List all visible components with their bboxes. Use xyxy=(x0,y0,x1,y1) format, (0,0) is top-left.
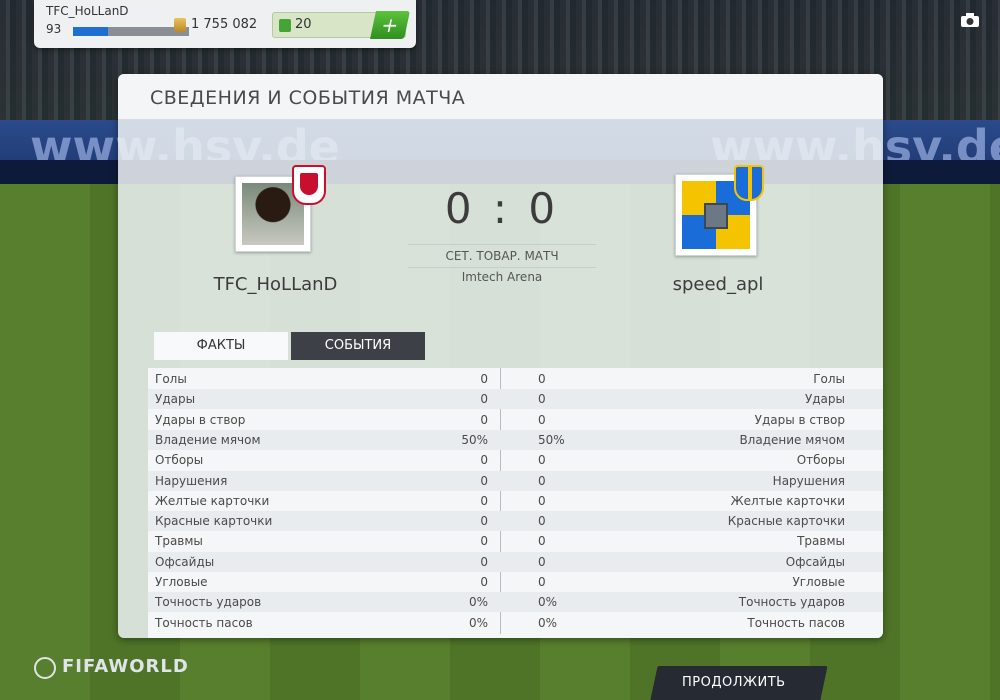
stat-value-away: 0 xyxy=(538,493,546,508)
stat-label-home: Голы xyxy=(155,372,187,386)
stat-value-away: 0 xyxy=(538,412,546,427)
stat-label-home: Владение мячом xyxy=(155,432,261,447)
stat-label-away: Офсайды xyxy=(785,554,845,569)
stat-value-away: 0 xyxy=(538,473,546,488)
fifa-points-icon xyxy=(279,19,291,32)
stat-value-away: 0% xyxy=(538,595,558,610)
match-score: 0 : 0 xyxy=(444,184,560,233)
stat-value-away: 0% xyxy=(538,615,558,630)
fifa-points-box[interactable]: 20 + xyxy=(272,11,410,39)
table-row: Желтые карточки 0 0 Желтые карточки xyxy=(148,491,883,511)
plus-icon: + xyxy=(379,13,401,37)
stat-value-home: 0 xyxy=(480,453,488,468)
stat-value-home: 0 xyxy=(480,514,488,529)
coins-icon xyxy=(174,18,186,32)
user-level: 93 xyxy=(46,22,62,36)
table-row: Красные карточки 0 0 Красные карточки xyxy=(148,511,883,532)
stat-value-home: 0 xyxy=(480,372,488,386)
stat-label-away: Точность ударов xyxy=(738,595,845,610)
stat-label-home: Офсайды xyxy=(155,554,215,569)
stat-value-away: 0 xyxy=(538,453,546,468)
table-row: Отборы 0 0 Отборы xyxy=(148,450,883,470)
castle-icon xyxy=(704,203,728,229)
stat-value-home: 0 xyxy=(480,392,488,407)
stat-label-home: Точность пасов xyxy=(155,615,253,630)
home-club-badge xyxy=(292,165,326,205)
stat-label-away: Отборы xyxy=(796,453,845,468)
tab-facts[interactable]: ФАКТЫ xyxy=(154,332,288,360)
camera-icon[interactable] xyxy=(960,12,980,28)
continue-label: ПРОДОЛЖИТЬ xyxy=(682,675,786,690)
stat-label-home: Точность ударов xyxy=(155,595,262,610)
table-row: Удары в створ 0 0 Удары в створ xyxy=(148,410,883,430)
stat-value-away: 0 xyxy=(538,372,546,386)
stat-label-home: Красные карточки xyxy=(155,514,273,529)
away-national-badge xyxy=(734,165,764,201)
table-row: Угловые 0 0 Угловые xyxy=(148,572,883,592)
xp-progress-bar xyxy=(73,27,189,36)
stat-value-home: 0 xyxy=(480,493,488,508)
stat-value-home: 0 xyxy=(480,575,488,589)
stat-label-away: Нарушения xyxy=(772,473,845,488)
away-team-name: speed_apl xyxy=(672,274,764,295)
stat-label-home: Нарушения xyxy=(155,473,228,488)
stat-value-home: 0 xyxy=(480,412,488,427)
stat-value-home: 50% xyxy=(461,432,488,447)
stat-value-home: 0% xyxy=(468,595,488,610)
fifa-world-logo: FIFAWORLD xyxy=(62,656,189,677)
stat-value-away: 0 xyxy=(538,554,546,569)
ea-logo-icon xyxy=(34,657,56,679)
home-team-crest xyxy=(235,165,326,252)
stat-label-away: Красные карточки xyxy=(727,514,845,529)
stat-label-away: Удары xyxy=(804,392,845,407)
fifa-points-balance: 20 xyxy=(295,17,312,32)
coins-balance: 1 755 082 xyxy=(191,17,258,32)
table-row: Точность ударов 0% 0% Точность ударов xyxy=(148,592,883,613)
stat-label-home: Удары в створ xyxy=(155,412,246,427)
panel-title: СВЕДЕНИЯ И СОБЫТИЯ МАТЧА xyxy=(150,87,466,109)
stat-value-away: 50% xyxy=(538,432,565,447)
away-team-crest xyxy=(675,165,764,256)
stat-label-home: Травмы xyxy=(155,534,203,549)
stat-label-home: Удары xyxy=(155,392,196,407)
home-team-name: TFC_HoLLanD xyxy=(213,274,338,295)
table-row: Голы 0 0 Голы xyxy=(148,369,883,389)
stat-label-away: Желтые карточки xyxy=(730,493,845,508)
stat-value-home: 0% xyxy=(468,615,488,630)
top-status-bar: TFC_HoLLanD 93 1 755 082 20 + xyxy=(34,0,416,48)
stat-label-away: Точность пасов xyxy=(747,615,845,630)
xp-progress-fill xyxy=(73,27,108,36)
stadium-name: Imtech Arena xyxy=(461,270,543,284)
tab-events[interactable]: СОБЫТИЯ xyxy=(291,332,425,360)
stat-value-away: 0 xyxy=(538,514,546,529)
stat-label-away: Владение мячом xyxy=(739,432,845,447)
stat-value-away: 0 xyxy=(538,392,546,407)
stat-label-away: Угловые xyxy=(792,575,845,589)
stat-label-away: Травмы xyxy=(797,534,845,549)
stat-label-away: Удары в створ xyxy=(754,412,845,427)
table-row: Травмы 0 0 Травмы xyxy=(148,531,883,551)
stat-value-away: 0 xyxy=(538,575,546,589)
table-row: Владение мячом 50% 50% Владение мячом xyxy=(148,429,883,450)
stat-value-home: 0 xyxy=(480,473,488,488)
match-facts-panel: СВЕДЕНИЯ И СОБЫТИЯ МАТЧА 0 : 0 СЕТ. ТОВА… xyxy=(118,74,883,638)
user-name: TFC_HoLLanD xyxy=(46,4,129,18)
match-type: СЕТ. ТОВАР. МАТЧ xyxy=(408,244,596,268)
continue-button[interactable]: ПРОДОЛЖИТЬ xyxy=(650,666,828,700)
table-row: Точность пасов 0% 0% Точность пасов xyxy=(148,613,883,633)
table-row: Офсайды 0 0 Офсайды xyxy=(148,551,883,572)
stat-label-away: Голы xyxy=(813,372,845,386)
stat-value-home: 0 xyxy=(480,554,488,569)
stat-label-home: Желтые карточки xyxy=(155,493,270,508)
table-row: Нарушения 0 0 Нарушения xyxy=(148,470,883,491)
stat-label-home: Отборы xyxy=(155,453,204,468)
stat-label-home: Угловые xyxy=(155,575,208,589)
stat-value-home: 0 xyxy=(480,534,488,549)
add-points-button[interactable]: + xyxy=(370,11,410,39)
stat-value-away: 0 xyxy=(538,534,546,549)
stats-table: Голы 0 0 Голы Удары 0 0 Удары Удары в створ 0 0 Уда… xyxy=(148,368,883,638)
table-row: Удары 0 0 Удары xyxy=(148,389,883,410)
